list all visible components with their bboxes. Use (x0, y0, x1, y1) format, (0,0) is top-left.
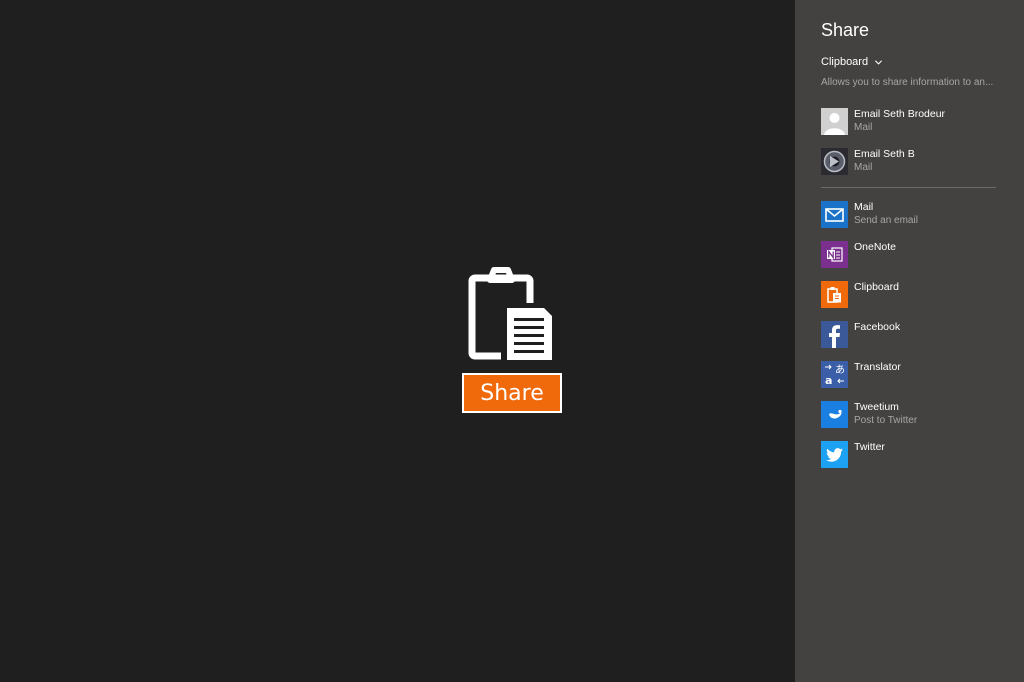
onenote-icon (821, 241, 848, 268)
photo-avatar-icon (821, 148, 848, 175)
share-charm-panel: Share Clipboard Allows you to share info… (795, 0, 1024, 682)
svg-text:a: a (825, 374, 832, 387)
share-target-sub: Mail (854, 122, 873, 133)
share-source-description: Allows you to share information to an... (821, 77, 994, 88)
clipboard-icon (821, 281, 848, 308)
charm-title: Share (821, 20, 870, 40)
mail-icon (821, 201, 848, 228)
translator-icon: あ a (821, 361, 848, 388)
facebook-icon (821, 321, 848, 348)
share-target-email-seth-b[interactable]: Email Seth B Mail (821, 148, 1001, 175)
share-target-mail[interactable]: Mail Send an email (821, 201, 1001, 228)
share-target-name: Email Seth B (854, 148, 915, 160)
chevron-down-icon (875, 59, 883, 65)
share-target-translator[interactable]: あ a Translator (821, 361, 1001, 388)
share-target-twitter[interactable]: Twitter (821, 441, 1001, 468)
share-source-dropdown[interactable]: Clipboard (821, 56, 883, 68)
share-target-name: Tweetium (854, 401, 899, 413)
share-target-sub: Send an email (854, 215, 918, 226)
share-target-name: Mail (854, 201, 874, 213)
share-target-facebook[interactable]: Facebook (821, 321, 1001, 348)
app-canvas: Share (0, 0, 795, 682)
share-target-sub: Post to Twitter (854, 415, 918, 426)
share-target-list: Email Seth Brodeur Mail Email Seth B Mai… (821, 108, 1001, 481)
share-target-name: Email Seth Brodeur (854, 108, 946, 120)
share-target-name: Twitter (854, 441, 885, 453)
share-target-name: Clipboard (854, 281, 899, 293)
section-divider (821, 187, 996, 188)
person-avatar-icon (821, 108, 848, 135)
clipboard-share-icon (468, 267, 557, 365)
share-target-name: OneNote (854, 241, 897, 253)
share-target-email-seth-brodeur[interactable]: Email Seth Brodeur Mail (821, 108, 1001, 135)
app-logo: Share (462, 266, 562, 413)
share-target-clipboard[interactable]: Clipboard (821, 281, 1001, 308)
tweetium-icon (821, 401, 848, 428)
share-target-name: Translator (854, 361, 901, 373)
svg-text:あ: あ (835, 364, 845, 376)
twitter-icon (821, 441, 848, 468)
share-source-label: Clipboard (821, 56, 869, 68)
share-target-tweetium[interactable]: Tweetium Post to Twitter (821, 401, 1001, 428)
share-button[interactable]: Share (462, 373, 562, 413)
share-target-name: Facebook (854, 321, 901, 333)
share-target-sub: Mail (854, 162, 873, 173)
share-target-onenote[interactable]: OneNote (821, 241, 1001, 268)
